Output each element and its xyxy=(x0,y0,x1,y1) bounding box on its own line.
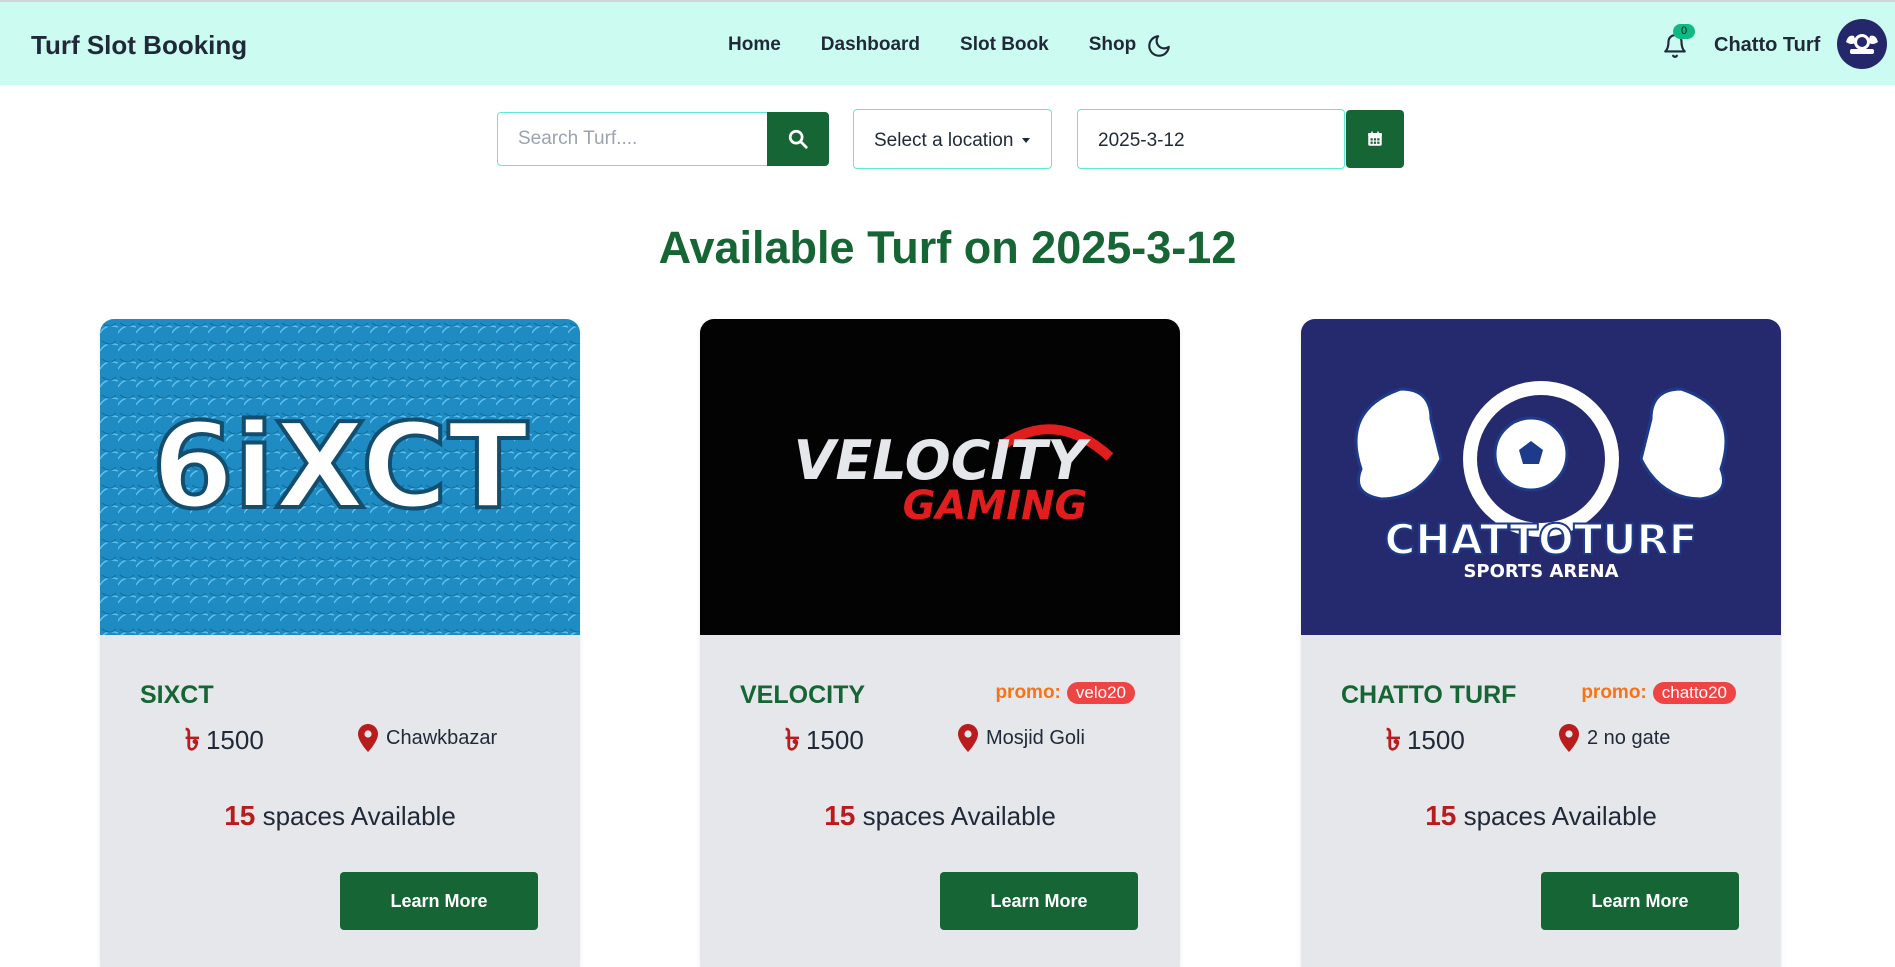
turf-location: 2 no gate xyxy=(1559,724,1670,752)
location-name: Chawkbazar xyxy=(386,726,498,749)
turf-card-chatto-turf: CHATTOTURF SPORTS ARENA CHATTO TURF prom… xyxy=(1301,319,1781,967)
turf-card-velocity: VELOCITY GAMING VELOCITY promo: velo20 ৳… xyxy=(700,319,1180,967)
spaces-count: 15 xyxy=(1425,800,1457,831)
location-name: Mosjid Goli xyxy=(986,726,1085,749)
avatar-logo-icon xyxy=(1846,34,1878,54)
turf-card-sixct: 6iXCT SIXCT ৳ 1500 Chawkbazar 15 spaces … xyxy=(100,319,580,967)
promo: promo: velo20 xyxy=(995,682,1135,704)
spaces-label: spaces Available xyxy=(1463,801,1657,831)
location-name: 2 no gate xyxy=(1587,726,1671,749)
promo-code-badge: chatto20 xyxy=(1652,682,1736,704)
turf-location: Chawkbazar xyxy=(358,724,497,752)
chatto-logo-text: CHATTOTURF xyxy=(1385,515,1698,564)
spaces-count: 15 xyxy=(224,800,256,831)
search-input[interactable] xyxy=(498,113,768,165)
turf-logo-image: VELOCITY GAMING xyxy=(700,319,1180,635)
spaces-label: spaces Available xyxy=(862,801,1056,831)
taka-icon: ৳ xyxy=(1386,723,1401,757)
chevron-down-icon xyxy=(1022,138,1030,143)
learn-more-button[interactable]: Learn More xyxy=(940,872,1138,930)
nav-dashboard[interactable]: Dashboard xyxy=(821,34,920,56)
user-name[interactable]: Chatto Turf xyxy=(1714,34,1820,57)
velocity-logo-subtext: GAMING xyxy=(903,483,1088,529)
turf-title: SIXCT xyxy=(140,681,214,709)
nav-shop[interactable]: Shop xyxy=(1089,34,1137,56)
map-pin-icon xyxy=(958,724,978,752)
spaces-available: 15 spaces Available xyxy=(700,800,1180,832)
avatar[interactable] xyxy=(1837,19,1887,69)
price-value: 1500 xyxy=(1406,725,1465,755)
price-value: 1500 xyxy=(205,725,264,755)
promo-code-badge: velo20 xyxy=(1066,682,1135,704)
turf-logo-image: 6iXCT xyxy=(100,319,580,635)
map-pin-icon xyxy=(358,724,378,752)
taka-icon: ৳ xyxy=(185,723,200,757)
spaces-available: 15 spaces Available xyxy=(1301,800,1781,832)
moon-icon[interactable] xyxy=(1146,33,1172,59)
spaces-label: spaces Available xyxy=(262,801,456,831)
search-icon xyxy=(788,129,808,149)
date-value: 2025-3-12 xyxy=(1098,130,1185,151)
calendar-icon xyxy=(1368,131,1382,146)
calendar-button[interactable] xyxy=(1346,110,1404,168)
turf-price: ৳ 1500 xyxy=(185,725,264,756)
turf-logo-image: CHATTOTURF SPORTS ARENA xyxy=(1301,319,1781,635)
sixct-logo-text: 6iXCT xyxy=(152,397,528,535)
turf-title: CHATTO TURF xyxy=(1341,681,1517,709)
chatto-logo-subtext: SPORTS ARENA xyxy=(1463,561,1618,582)
turf-title: VELOCITY xyxy=(740,681,866,709)
turf-price: ৳ 1500 xyxy=(785,725,864,756)
map-pin-icon xyxy=(1559,724,1579,752)
promo-label: promo: xyxy=(995,682,1061,703)
promo: promo: chatto20 xyxy=(1581,682,1736,704)
location-select[interactable]: Select a location xyxy=(853,109,1052,169)
page-title: Available Turf on 2025-3-12 xyxy=(658,222,1237,273)
navbar: Turf Slot Booking Home Dashboard Slot Bo… xyxy=(0,0,1895,85)
search-box xyxy=(497,112,829,166)
date-input[interactable]: 2025-3-12 xyxy=(1077,109,1345,169)
price-value: 1500 xyxy=(805,725,864,755)
brand-title[interactable]: Turf Slot Booking xyxy=(31,30,247,61)
location-select-label: Select a location xyxy=(874,130,1014,151)
spaces-count: 15 xyxy=(824,800,856,831)
nav-home[interactable]: Home xyxy=(728,34,781,56)
turf-location: Mosjid Goli xyxy=(958,724,1085,752)
nav-slot-book[interactable]: Slot Book xyxy=(960,34,1049,56)
learn-more-button[interactable]: Learn More xyxy=(340,872,538,930)
notification-badge: 0 xyxy=(1673,24,1695,39)
turf-price: ৳ 1500 xyxy=(1386,725,1465,756)
search-button[interactable] xyxy=(767,112,829,166)
promo-label: promo: xyxy=(1581,682,1647,703)
taka-icon: ৳ xyxy=(785,723,800,757)
nav-links: Home Dashboard Slot Book Shop xyxy=(728,34,1176,56)
spaces-available: 15 spaces Available xyxy=(100,800,580,832)
learn-more-button[interactable]: Learn More xyxy=(1541,872,1739,930)
